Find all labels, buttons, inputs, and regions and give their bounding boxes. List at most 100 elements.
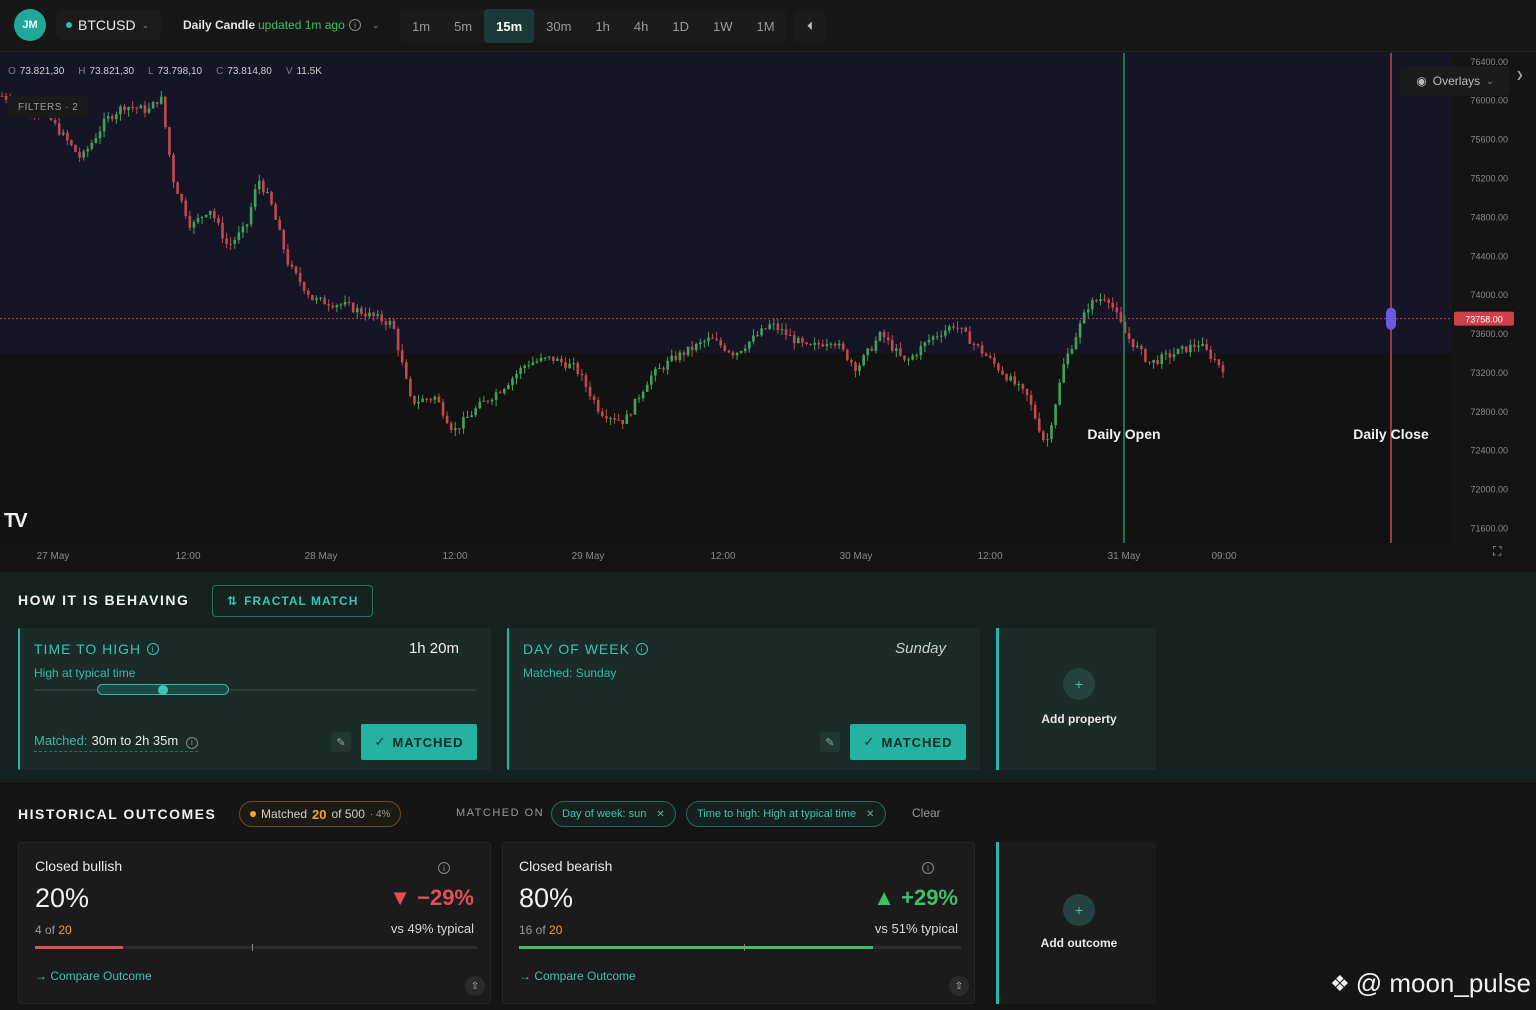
closed-bullish-card: Closed bullish i 20% ▼ −29% 4 of 20 vs 4… bbox=[18, 842, 491, 1004]
timeframe-30m[interactable]: 30m bbox=[534, 9, 583, 43]
outcome-count: 4 of 20 bbox=[35, 923, 72, 937]
timeframe-4h[interactable]: 4h bbox=[622, 9, 660, 43]
candle-body bbox=[964, 327, 968, 332]
filter-chip-day-of-week[interactable]: Day of week: sun ✕ bbox=[551, 801, 676, 827]
candle-body bbox=[1054, 404, 1057, 426]
y-tick-label: 74800.00 bbox=[1470, 212, 1508, 222]
candle-body bbox=[511, 378, 514, 386]
candle-body bbox=[208, 210, 212, 215]
timeframe-1h[interactable]: 1h bbox=[583, 9, 621, 43]
share-icon[interactable]: ⇧ bbox=[465, 976, 485, 996]
candle-body bbox=[731, 352, 735, 356]
candle-body bbox=[319, 297, 322, 299]
candle-body bbox=[625, 414, 629, 424]
rewind-button[interactable]: ⏴ bbox=[794, 9, 826, 43]
candle-body bbox=[972, 343, 976, 345]
add-property-card[interactable]: + Add property bbox=[996, 628, 1156, 770]
candle-body bbox=[531, 362, 535, 365]
outcome-percentage: 80% bbox=[519, 883, 574, 913]
candle-body bbox=[805, 342, 808, 345]
ohlc-close: C 73.814,80 bbox=[216, 66, 272, 77]
candle-body bbox=[1209, 349, 1213, 359]
plus-icon[interactable]: + bbox=[1063, 894, 1095, 926]
outcome-delta: ▲ +29% bbox=[873, 885, 958, 910]
info-icon[interactable]: i bbox=[438, 862, 450, 874]
candle-body bbox=[1078, 323, 1082, 338]
candle-body bbox=[498, 392, 502, 394]
candle-body bbox=[241, 226, 245, 233]
edit-icon[interactable]: ✎ bbox=[820, 732, 840, 752]
chevron-right-icon[interactable]: ❯ bbox=[1516, 70, 1524, 81]
info-icon[interactable]: i bbox=[349, 19, 361, 31]
edit-icon[interactable]: ✎ bbox=[331, 732, 351, 752]
timeframe-1d[interactable]: 1D bbox=[660, 9, 701, 43]
timeframe-15m[interactable]: 15m bbox=[484, 9, 535, 43]
timeframe-1m[interactable]: 1m bbox=[400, 9, 442, 43]
candle-body bbox=[899, 348, 902, 356]
candle-body bbox=[233, 239, 237, 244]
current-price-label: 73758.00 bbox=[1465, 315, 1503, 325]
candle-body bbox=[274, 204, 277, 220]
share-icon[interactable]: ⇧ bbox=[949, 976, 969, 996]
fractal-match-button[interactable]: ⇅ FRACTAL MATCH bbox=[212, 585, 374, 617]
candle-label[interactable]: Daily Candle bbox=[183, 18, 255, 32]
info-icon[interactable]: i bbox=[922, 862, 934, 874]
eye-icon: ◉ bbox=[1416, 74, 1427, 88]
candle-body bbox=[196, 218, 200, 223]
updated-status: updated 1m ago bbox=[258, 18, 345, 32]
candle-body bbox=[458, 428, 461, 430]
candlestick-chart[interactable]: 76400.0076000.0075600.0075200.0074800.00… bbox=[0, 53, 1536, 571]
candle-body bbox=[698, 342, 702, 345]
avatar[interactable]: JM bbox=[14, 9, 46, 41]
symbol-selector[interactable]: BTCUSD ⌄ bbox=[56, 10, 162, 40]
candle-body bbox=[609, 418, 612, 420]
overlays-button[interactable]: ◉ Overlays ⌄ bbox=[1400, 66, 1510, 96]
day-of-week-card: DAY OF WEEK i Sunday Matched: Sunday ✎ ✓… bbox=[507, 628, 980, 770]
candle-body bbox=[854, 362, 857, 371]
candle-body bbox=[1184, 346, 1188, 353]
compare-outcome-link[interactable]: → Compare Outcome bbox=[35, 969, 152, 983]
add-outcome-card[interactable]: + Add outcome bbox=[996, 842, 1156, 1004]
info-icon[interactable]: i bbox=[147, 643, 160, 655]
candle-body bbox=[1050, 425, 1053, 440]
candle-body bbox=[290, 264, 294, 267]
slider-thumb[interactable] bbox=[158, 685, 168, 695]
typical-marker bbox=[251, 944, 253, 951]
plus-icon[interactable]: + bbox=[1063, 668, 1095, 700]
timeframe-1mo[interactable]: 1M bbox=[745, 9, 787, 43]
candle-body bbox=[682, 352, 686, 355]
rewind-icon: ⏴ bbox=[806, 18, 813, 33]
chevron-down-icon[interactable]: ⌄ bbox=[372, 20, 380, 31]
candle-body bbox=[445, 415, 449, 424]
candle-body bbox=[294, 266, 298, 273]
x-tick-label: 12:00 bbox=[710, 551, 735, 562]
info-icon[interactable]: i bbox=[185, 736, 198, 749]
candle-body bbox=[935, 336, 939, 338]
matched-range[interactable]: Matched: 30m to 2h 35m i bbox=[34, 733, 198, 752]
timeframe-5m[interactable]: 5m bbox=[442, 9, 484, 43]
candle-body bbox=[229, 243, 232, 245]
info-icon[interactable]: i bbox=[635, 643, 648, 655]
compare-outcome-link[interactable]: → Compare Outcome bbox=[519, 969, 636, 983]
candle-body bbox=[351, 303, 355, 313]
candle-body bbox=[388, 321, 392, 325]
candle-body bbox=[335, 305, 339, 308]
outcome-title: Closed bearish bbox=[519, 858, 613, 874]
close-icon[interactable]: ✕ bbox=[866, 809, 874, 820]
clear-filters-button[interactable]: Clear bbox=[912, 806, 941, 820]
fullscreen-icon[interactable]: ⛶ bbox=[1493, 544, 1501, 559]
matched-button[interactable]: ✓ MATCHED bbox=[361, 724, 477, 760]
candle-body bbox=[98, 131, 102, 139]
candle-body bbox=[915, 355, 919, 357]
candle-body bbox=[53, 119, 57, 124]
filter-chip-time-to-high[interactable]: Time to high: High at typical time ✕ bbox=[686, 801, 886, 827]
candle-body bbox=[862, 355, 865, 366]
candle-body bbox=[1103, 299, 1106, 301]
filters-button[interactable]: FILTERS · 2 bbox=[8, 96, 89, 118]
matched-button[interactable]: ✓ MATCHED bbox=[850, 724, 966, 760]
candle-body bbox=[1013, 376, 1017, 385]
timeframe-1w[interactable]: 1W bbox=[701, 9, 745, 43]
candle-body bbox=[217, 218, 220, 223]
card-subtitle: Matched: Sunday bbox=[523, 666, 617, 680]
close-icon[interactable]: ✕ bbox=[656, 809, 664, 820]
